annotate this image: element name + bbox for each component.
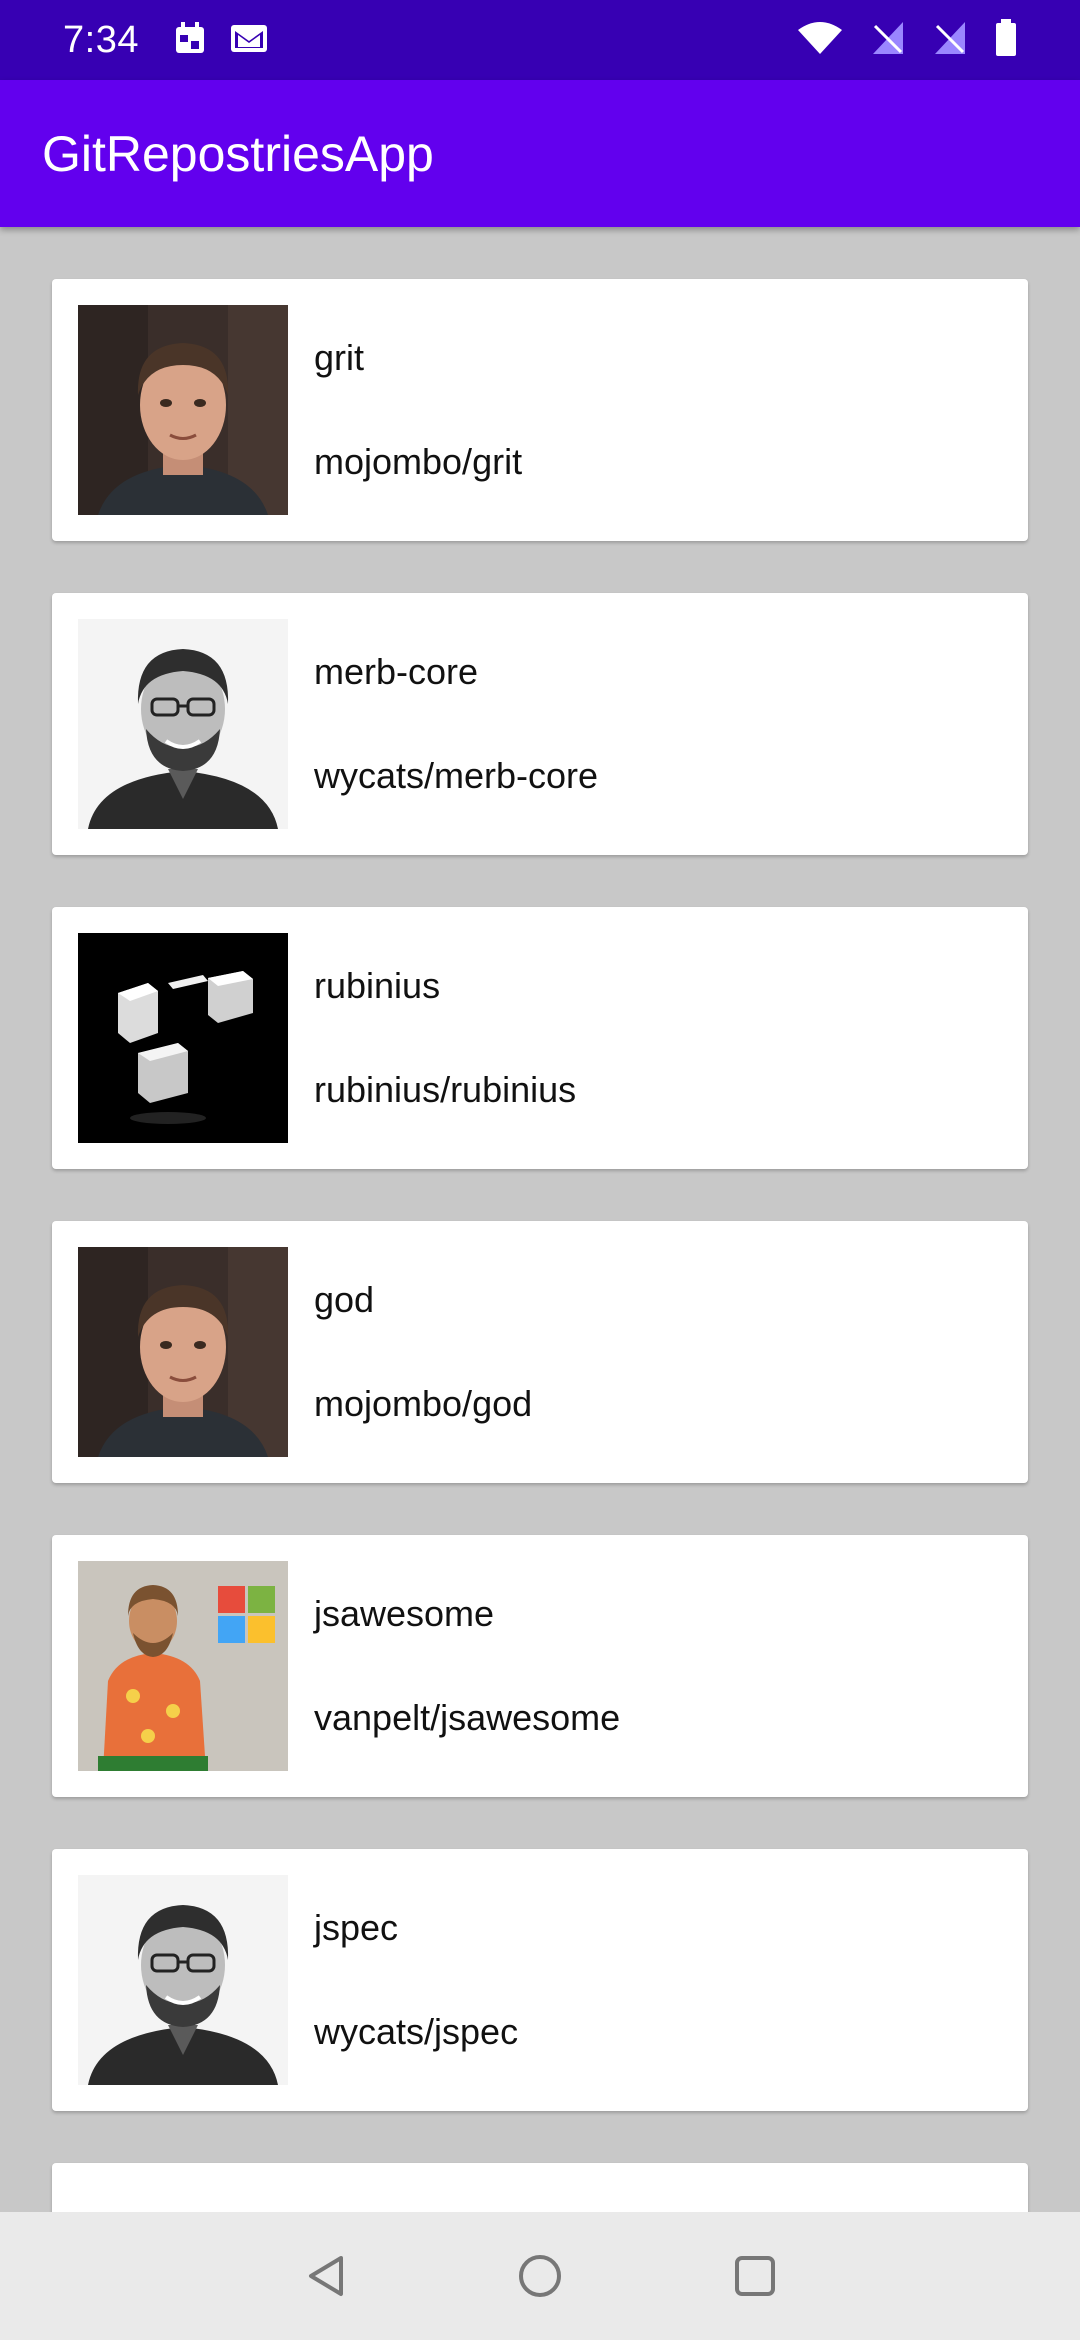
repo-name: merb-core <box>314 651 479 692</box>
repo-full-name: vanpelt/jsawesome <box>314 1697 621 1738</box>
calendar-icon <box>173 21 207 60</box>
repo-full-name: wycats/jspec <box>314 2011 519 2052</box>
repo-card-partial[interactable] <box>52 2163 1028 2212</box>
repo-card-grit[interactable]: grit mojombo/grit <box>52 279 1028 541</box>
repo-name: god <box>314 1279 375 1320</box>
owner-avatar <box>78 1247 288 1457</box>
system-icons <box>797 18 1017 62</box>
status-bar: 7:34 <box>0 0 1080 80</box>
repo-full-name: wycats/merb-core <box>314 755 599 796</box>
wifi-icon <box>797 20 843 61</box>
owner-avatar <box>78 619 288 829</box>
battery-icon <box>995 18 1017 62</box>
recents-icon[interactable] <box>725 2246 785 2306</box>
repo-name: jspec <box>314 1907 399 1948</box>
repo-card-rubinius[interactable]: rubinius rubinius/rubinius <box>52 907 1028 1169</box>
repo-name: rubinius <box>314 965 441 1006</box>
app-bar: GitRepostriesApp <box>0 80 1080 227</box>
back-icon[interactable] <box>295 2246 355 2306</box>
owner-avatar <box>78 1561 288 1771</box>
notification-icons <box>173 21 269 60</box>
repo-list[interactable]: grit mojombo/grit merb-core wycats/merb-… <box>0 227 1080 2212</box>
status-time: 7:34 <box>63 18 139 61</box>
repo-full-name: rubinius/rubinius <box>314 1069 577 1110</box>
system-nav-bar <box>0 2212 1080 2340</box>
mail-icon <box>229 21 269 60</box>
owner-avatar <box>78 933 288 1143</box>
home-icon[interactable] <box>510 2246 570 2306</box>
repo-card-merb-core[interactable]: merb-core wycats/merb-core <box>52 593 1028 855</box>
repo-card-jsawesome[interactable]: jsawesome vanpelt/jsawesome <box>52 1535 1028 1797</box>
repo-card-god[interactable]: god mojombo/god <box>52 1221 1028 1483</box>
repo-full-name: mojombo/grit <box>314 441 523 482</box>
app-title: GitRepostriesApp <box>42 125 434 182</box>
owner-avatar <box>78 305 288 515</box>
repo-name: grit <box>314 337 365 378</box>
signal-icon <box>871 20 905 61</box>
repo-card-jspec[interactable]: jspec wycats/jspec <box>52 1849 1028 2111</box>
signal-icon <box>933 20 967 61</box>
owner-avatar <box>78 1875 288 2085</box>
repo-full-name: mojombo/god <box>314 1383 533 1424</box>
repo-name: jsawesome <box>314 1593 495 1634</box>
